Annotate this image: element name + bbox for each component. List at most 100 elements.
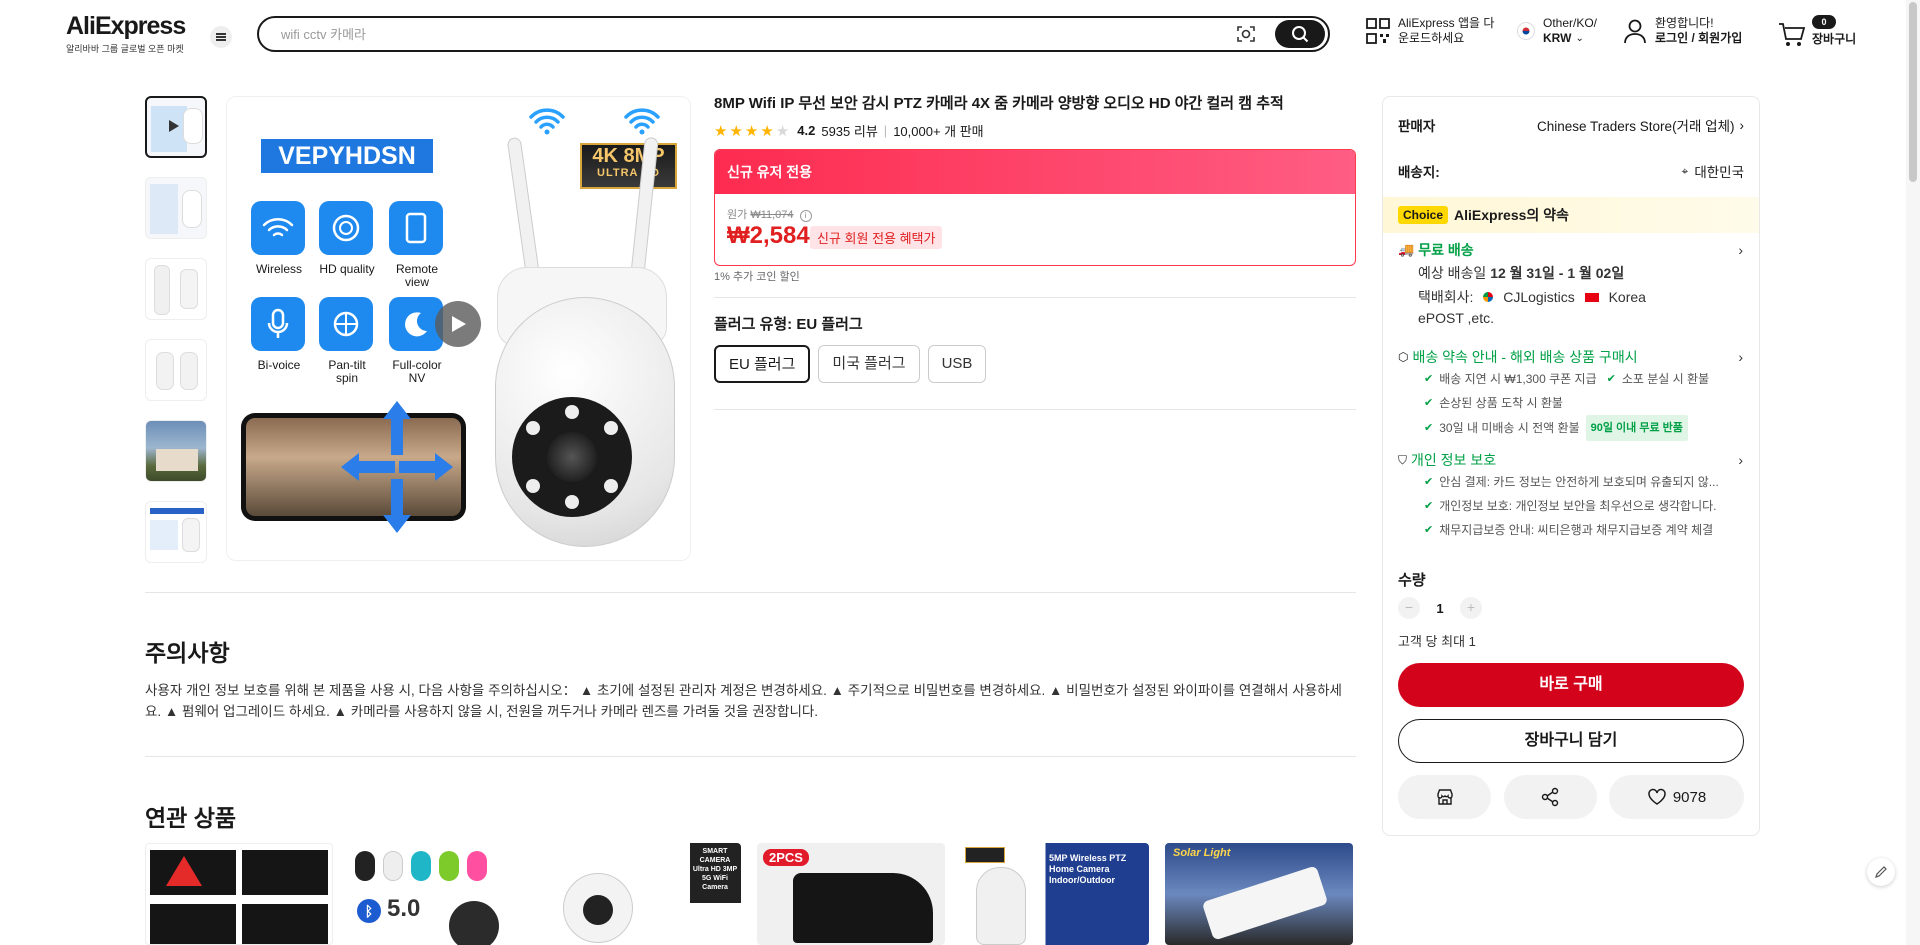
choice-banner: Choice AliExpress의 약속 <box>1383 197 1759 233</box>
rating-stars: ★ ★ ★ ★ ★ <box>714 122 791 140</box>
wishlist-button[interactable]: 9078 <box>1609 775 1744 819</box>
feature-label: HD quality <box>319 262 375 276</box>
related-product-card[interactable]: 2PCS <box>757 843 945 945</box>
product-main-image[interactable]: VEPYHDSN 4K 8MP ULTRA HD Wireless HD qua… <box>226 96 691 561</box>
feature-voice: Bi-voice <box>251 297 307 372</box>
region-line1: Other/KO/ <box>1543 16 1598 30</box>
star-filled-icon: ★ <box>744 122 759 140</box>
promise-item: ✔ 30일 내 미배송 시 전액 환불 90일 이내 무료 반품 <box>1424 415 1743 441</box>
plug-option-us[interactable]: 미국 플러그 <box>818 345 920 383</box>
related-product-card[interactable]: ᛒ 5.0 <box>349 843 537 945</box>
card-label: SMART CAMERA Ultra HD 3MP 5G WiFi Camera <box>692 848 738 891</box>
privacy-text: 안심 결제: 카드 정보는 안전하게 보호되며 유출되지 않... <box>1439 475 1719 489</box>
promo-header: 신규 유저 전용 <box>715 150 1355 194</box>
search-input[interactable] <box>281 26 1235 42</box>
thumbnail-2[interactable] <box>145 177 207 239</box>
wifi-signal-icon <box>527 105 567 138</box>
divider <box>145 592 1356 593</box>
seller-name[interactable]: Chinese Traders Store(거래 업체) <box>1537 115 1735 135</box>
card-label: 2PCS <box>763 849 809 866</box>
qr-code-icon <box>1366 18 1390 44</box>
bluetooth-icon: ᛒ <box>357 899 381 923</box>
divider <box>714 409 1356 410</box>
privacy-section[interactable]: ⛉ 개인 정보 보호 › ✔ 안심 결제: 카드 정보는 안전하게 보호되며 유출… <box>1398 450 1743 542</box>
feature-wireless: Wireless <box>251 201 307 276</box>
feature-label: Wireless <box>255 262 302 276</box>
delivery-promise-section[interactable]: ⬡ 배송 약속 안내 - 해외 배송 상품 구매시 › ✔ 배송 지연 시 ₩1,… <box>1398 347 1743 441</box>
app-download-link[interactable]: AliExpress 앱을 다 운로드하세요 <box>1366 16 1494 46</box>
account-link[interactable]: 환영합니다! 로그인 / 회원가입 <box>1623 16 1742 46</box>
thumbnail-5[interactable] <box>145 420 207 482</box>
search-icon <box>1292 26 1309 43</box>
menu-icon[interactable] <box>210 26 232 48</box>
divider <box>714 297 1356 298</box>
plug-option-usb[interactable]: USB <box>927 345 987 383</box>
play-icon <box>452 316 466 332</box>
store-button[interactable] <box>1398 775 1491 819</box>
feature-hd: HD quality <box>319 201 375 276</box>
original-price: ₩11,074 <box>750 209 794 221</box>
privacy-text: 개인정보 보호: 개인정보 보안을 최우선으로 생각합니다. <box>1439 499 1717 513</box>
thumbnail-4[interactable] <box>145 339 207 401</box>
chevron-right-icon: › <box>1738 452 1743 468</box>
info-icon[interactable]: i <box>799 210 812 222</box>
check-icon: ✔ <box>1606 373 1616 385</box>
review-count[interactable]: 5935 리뷰 <box>821 121 877 140</box>
related-product-card[interactable]: SMART CAMERA Ultra HD 3MP 5G WiFi Camera <box>553 843 741 945</box>
check-icon: ✔ <box>1424 422 1434 434</box>
search-button[interactable] <box>1275 20 1325 48</box>
quantity-value[interactable]: 1 <box>1420 601 1460 616</box>
share-icon <box>1541 787 1559 807</box>
related-products-title: 연관 상품 <box>145 805 237 831</box>
page-scrollbar[interactable] <box>1906 0 1920 945</box>
privacy-item: ✔ 개인정보 보호: 개인정보 보안을 최우선으로 생각합니다. <box>1424 494 1743 518</box>
share-button[interactable] <box>1503 775 1597 819</box>
wifi-icon <box>251 201 305 255</box>
promo-tag: 신규 회원 전용 혜택가 <box>810 226 943 249</box>
carrier-prefix: 택배회사: <box>1418 289 1474 305</box>
region-currency-selector[interactable]: Other/KO/ KRW ⌄ <box>1517 16 1597 46</box>
privacy-item: ✔ 채무지급보증 안내: 씨티은행과 채무지급보증 계약 체결 <box>1424 518 1743 542</box>
shipping-section[interactable]: 🚚 무료 배송 › 예상 배송일 12 월 31일 - 1 월 02일 택배회사… <box>1398 240 1743 329</box>
related-product-card[interactable]: 5MP Wireless PTZ Home Camera Indoor/Outd… <box>961 843 1149 945</box>
phone-icon <box>389 201 443 255</box>
cart-icon <box>1779 23 1806 46</box>
plug-option-eu[interactable]: EU 플러그 <box>714 345 811 383</box>
increase-quantity-button[interactable]: + <box>1460 597 1482 619</box>
original-price-label: 원가 <box>727 209 748 221</box>
star-filled-icon: ★ <box>729 122 743 140</box>
card-label: 5MP Wireless PTZ Home Camera Indoor/Outd… <box>1049 853 1127 885</box>
related-product-card[interactable] <box>145 843 333 945</box>
product-title: 8MP Wifi IP 무선 보안 감시 PTZ 카메라 4X 줌 카메라 양방… <box>714 95 1284 112</box>
thumbnail-list <box>145 96 209 582</box>
warning-triangle-icon <box>166 856 202 886</box>
lens-icon <box>319 201 373 255</box>
ship-to-row[interactable]: 배송지: ⌖ 대한민국 <box>1398 161 1744 181</box>
check-icon: ✔ <box>1424 500 1434 512</box>
thumbnail-1[interactable] <box>145 96 207 158</box>
related-products-list: ᛒ 5.0 SMART CAMERA Ultra HD 3MP 5G WiFi … <box>145 843 1369 945</box>
buy-now-button[interactable]: 바로 구매 <box>1398 663 1744 707</box>
rating-row[interactable]: ★ ★ ★ ★ ★ 4.2 5935 리뷰 | 10,000+ 개 판매 <box>714 121 984 140</box>
feedback-edit-button[interactable] <box>1867 858 1895 886</box>
decrease-quantity-button[interactable]: − <box>1398 597 1420 619</box>
package-icon: ⬡ <box>1398 350 1409 364</box>
purchase-panel: 판매자 Chinese Traders Store(거래 업체) › 배송지: ⌖… <box>1382 96 1760 836</box>
brand-banner: VEPYHDSN <box>261 139 433 173</box>
action-buttons: 9078 <box>1398 775 1744 819</box>
thumbnail-6[interactable] <box>145 501 207 563</box>
related-product-card[interactable]: Solar Light <box>1165 843 1353 945</box>
choice-text: AliExpress의 약속 <box>1454 207 1569 223</box>
plug-type-label: 플러그 유형: EU 플러그 <box>714 316 863 333</box>
thumbnail-3[interactable] <box>145 258 207 320</box>
seller-row[interactable]: 판매자 Chinese Traders Store(거래 업체) › <box>1398 115 1744 135</box>
check-icon: ✔ <box>1424 524 1434 536</box>
aliexpress-logo[interactable]: AliExpress 알리바바 그룹 글로벌 오픈 마켓 <box>66 12 186 55</box>
image-search-icon[interactable] <box>1235 24 1257 44</box>
scrollbar-thumb[interactable] <box>1909 2 1917 182</box>
carrier-line-2: ePOST ,etc. <box>1418 310 1494 326</box>
add-to-cart-button[interactable]: 장바구니 담기 <box>1398 719 1744 763</box>
play-video-button[interactable] <box>435 301 481 347</box>
korea-flag-icon <box>1517 22 1535 40</box>
feature-label: Full-color NV <box>392 358 442 385</box>
